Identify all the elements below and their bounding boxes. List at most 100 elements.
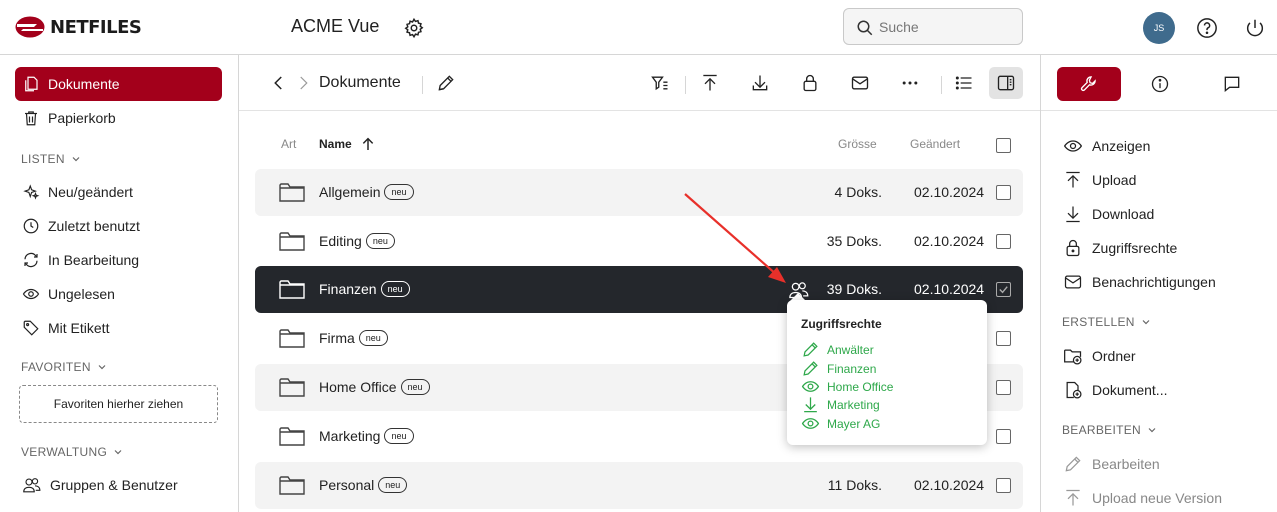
sidebar-item-label: Zuletzt benutzt [48, 218, 140, 234]
row-checkbox[interactable] [996, 234, 1011, 249]
chevron-right-icon [300, 76, 308, 90]
document-plus-icon [1066, 381, 1082, 399]
section-bearbeiten[interactable]: BEARBEITEN [1062, 423, 1157, 437]
more-button[interactable] [899, 72, 921, 94]
sidebar-item-neu-geaendert[interactable]: Neu/geändert [15, 175, 222, 209]
notifications-button[interactable] [849, 72, 871, 94]
sidebar-item-gruppen-benutzer[interactable]: Gruppen & Benutzer [15, 468, 222, 502]
action-upload[interactable]: Upload [1063, 170, 1136, 190]
search-input[interactable] [879, 18, 1014, 36]
permission-entry: Finanzen [801, 359, 876, 378]
upload-icon [703, 74, 717, 91]
section-favoriten[interactable]: FAVORITEN [21, 360, 107, 374]
info-icon[interactable] [1150, 74, 1170, 94]
row-size: 39 Doks. [826, 281, 882, 297]
section-listen[interactable]: LISTEN [21, 152, 81, 166]
select-all-checkbox[interactable] [996, 138, 1011, 153]
sidebar-item-dokumente[interactable]: Dokumente [15, 67, 222, 101]
row-date: 02.10.2024 [914, 233, 985, 249]
sort-ascending-icon[interactable] [360, 136, 376, 152]
action-dokument[interactable]: Dokument... [1063, 380, 1167, 400]
forward-button[interactable] [292, 72, 314, 94]
section-erstellen[interactable]: ERSTELLEN [1062, 315, 1151, 329]
section-title: LISTEN [21, 152, 65, 166]
chevron-down-icon [114, 450, 122, 455]
netfiles-logo-icon [15, 16, 45, 38]
tab-actions[interactable] [1057, 67, 1121, 101]
power-icon[interactable] [1244, 17, 1266, 39]
column-header-name[interactable]: Name [319, 137, 352, 151]
chevron-down-icon [1142, 320, 1150, 325]
permissions-popup: Zugriffsrechte Anwälter Finanzen Home Of… [787, 300, 987, 445]
column-header-size[interactable]: Grösse [838, 137, 877, 151]
row-name: Editing [319, 233, 362, 249]
app-title: ACME Vue [291, 16, 380, 36]
tag-icon [23, 320, 39, 336]
action-upload-neue-version[interactable]: Upload neue Version [1063, 488, 1222, 508]
row-checkbox[interactable] [996, 282, 1011, 297]
list-view-button[interactable] [953, 72, 975, 94]
row-checkbox[interactable] [996, 478, 1011, 493]
action-zugriffsrechte[interactable]: Zugriffsrechte [1063, 238, 1177, 258]
search-box[interactable] [843, 8, 1023, 45]
column-header-art[interactable]: Art [281, 137, 296, 151]
pencil-icon [803, 361, 818, 376]
sidebar-item-zuletzt-benutzt[interactable]: Zuletzt benutzt [15, 209, 222, 243]
favorites-drop-zone[interactable]: Favoriten hierher ziehen [19, 385, 218, 423]
section-title: VERWALTUNG [21, 445, 108, 459]
row-checkbox[interactable] [996, 185, 1011, 200]
filter-button[interactable] [649, 72, 671, 94]
netfiles-logo[interactable]: NETFILES [15, 14, 142, 40]
column-header-changed[interactable]: Geändert [910, 137, 960, 151]
panel-toggle-button[interactable] [989, 67, 1023, 99]
table-row[interactable]: Personal neu 11 Doks. 02.10.2024 [255, 462, 1023, 509]
sidebar-item-label: Neu/geändert [48, 184, 133, 200]
row-name: Personal [319, 477, 375, 493]
sidebar-item-mit-etikett[interactable]: Mit Etikett [15, 311, 222, 345]
action-benachrichtigungen[interactable]: Benachrichtigungen [1063, 272, 1216, 292]
table-row[interactable]: Allgemein neu 4 Doks. 02.10.2024 [255, 169, 1023, 216]
action-download[interactable]: Download [1063, 204, 1154, 224]
chevron-left-icon [274, 76, 282, 90]
row-name: Home Office [319, 379, 397, 395]
gear-icon[interactable] [403, 17, 425, 39]
new-badge: neu [384, 428, 414, 444]
download-button[interactable] [749, 72, 771, 94]
permission-label: Home Office [827, 379, 894, 394]
left-sidebar: Dokumente Papierkorb LISTEN Neu/geändert… [0, 55, 239, 512]
folder-plus-icon [1064, 349, 1082, 365]
permission-entry: Mayer AG [801, 414, 880, 433]
row-size: 4 Doks. [834, 184, 882, 200]
rename-button[interactable] [435, 72, 457, 94]
permissions-button[interactable] [799, 72, 821, 94]
user-avatar[interactable]: JS [1143, 12, 1175, 44]
chevron-down-icon [72, 157, 80, 162]
clock-icon [23, 218, 39, 234]
eye-icon [22, 288, 40, 300]
action-bearbeiten[interactable]: Bearbeiten [1063, 454, 1160, 474]
folder-icon [279, 329, 305, 348]
sidebar-item-ungelesen[interactable]: Ungelesen [15, 277, 222, 311]
table-row[interactable]: Editing neu 35 Doks. 02.10.2024 [255, 218, 1023, 265]
lock-icon [803, 74, 817, 92]
help-icon[interactable] [1196, 17, 1218, 39]
upload-button[interactable] [699, 72, 721, 94]
action-ordner[interactable]: Ordner [1063, 346, 1136, 366]
section-title: FAVORITEN [21, 360, 91, 374]
pencil-icon [438, 75, 454, 91]
section-verwaltung[interactable]: VERWALTUNG [21, 445, 123, 459]
row-checkbox[interactable] [996, 380, 1011, 395]
permission-label: Anwälter [827, 342, 874, 357]
row-name: Firma [319, 330, 355, 346]
eye-icon [801, 418, 820, 429]
row-checkbox[interactable] [996, 429, 1011, 444]
row-size: 35 Doks. [826, 233, 882, 249]
comment-icon[interactable] [1222, 74, 1242, 94]
breadcrumb[interactable]: Dokumente [319, 74, 401, 92]
sidebar-item-papierkorb[interactable]: Papierkorb [15, 101, 222, 135]
action-anzeigen[interactable]: Anzeigen [1063, 136, 1150, 156]
row-checkbox[interactable] [996, 331, 1011, 346]
more-icon [902, 81, 918, 85]
sidebar-item-in-bearbeitung[interactable]: In Bearbeitung [15, 243, 222, 277]
back-button[interactable] [268, 72, 290, 94]
